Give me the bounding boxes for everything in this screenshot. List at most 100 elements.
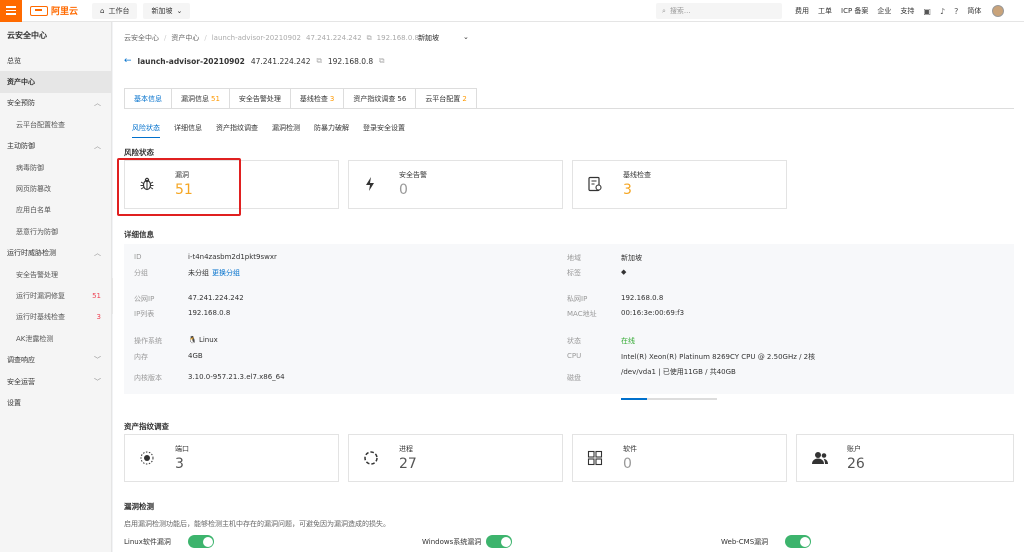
- copy-icon[interactable]: ⧉: [379, 56, 384, 66]
- anchor-risk[interactable]: 风险状态: [132, 123, 160, 138]
- workbench-label: 工作台: [108, 6, 130, 15]
- bell-icon[interactable]: ♪: [940, 7, 945, 16]
- back-arrow-icon[interactable]: ←: [124, 56, 132, 66]
- highlight-box: [117, 158, 241, 216]
- image-icon[interactable]: ▣: [923, 7, 931, 16]
- tab-basic-info[interactable]: 基本信息: [124, 88, 172, 109]
- sidebar-item-cloud-config[interactable]: 云平台配置检查: [0, 114, 111, 135]
- sidebar-item-label: 病毒防御: [16, 163, 44, 172]
- sidebar-item-label: 运行时威胁检测: [7, 249, 56, 258]
- detail-row-memory: 内存 4GB: [134, 352, 203, 362]
- detail-row-os: 操作系统 🐧 Linux: [134, 336, 218, 346]
- detail-row-disk: 磁盘/dev/vda1 | 已使用11GB / 共40GB: [567, 368, 736, 383]
- link-billing[interactable]: 费用: [795, 6, 809, 16]
- tab-baseline[interactable]: 基线检查 3: [289, 88, 345, 109]
- detail-value: 192.168.0.8: [188, 309, 231, 317]
- public-ip: 47.241.224.242: [250, 56, 311, 66]
- breadcrumb-item: 192.168.0.8: [376, 34, 419, 42]
- region-selector[interactable]: 新加坡 ⌄: [143, 2, 191, 19]
- sidebar-item-label: 安全运营: [7, 377, 35, 386]
- anchor-vuln[interactable]: 漏洞检测: [272, 123, 300, 138]
- sidebar-item-baseline[interactable]: 运行时基线检查 3: [0, 307, 111, 328]
- anchor-details[interactable]: 详细信息: [174, 123, 202, 138]
- sidebar-item-virus[interactable]: 病毒防御: [0, 157, 111, 178]
- fp-card-software[interactable]: 软件 0: [572, 434, 787, 482]
- tab-cloud-config[interactable]: 云平台配置 2: [415, 88, 477, 109]
- cms-vuln-toggle[interactable]: [785, 535, 811, 548]
- sidebar-group-prevention[interactable]: 安全预防 ︿: [0, 93, 111, 114]
- region-dropdown[interactable]: 新加坡 ⌄: [418, 33, 469, 43]
- sidebar-item-overview[interactable]: 总览: [0, 50, 111, 71]
- detail-key: 私网IP: [567, 295, 588, 303]
- risk-card-alert[interactable]: 安全告警 0: [348, 160, 563, 209]
- linux-vuln-toggle[interactable]: [188, 535, 214, 548]
- detail-value: 4GB: [188, 352, 203, 360]
- status-value: 在线: [621, 337, 635, 345]
- fp-card-process[interactable]: 进程 27: [348, 434, 563, 482]
- risk-card-baseline[interactable]: 基线检查 3: [572, 160, 787, 209]
- fp-card-port[interactable]: 端口 3: [124, 434, 339, 482]
- copy-icon[interactable]: ⧉: [316, 56, 321, 66]
- menu-icon[interactable]: [0, 0, 22, 22]
- detail-key: 分组: [134, 269, 148, 277]
- detail-row-region: 地域 新加坡: [567, 253, 642, 263]
- section-title-vuln: 漏洞检测: [124, 502, 154, 511]
- sidebar-item-label: 设置: [7, 398, 21, 407]
- copy-icon[interactable]: ⧉: [367, 34, 372, 43]
- anchor-fingerprint[interactable]: 资产指纹调查: [216, 123, 258, 138]
- tag-icon[interactable]: ◆: [621, 268, 626, 278]
- detail-key: MAC地址: [567, 310, 597, 318]
- sidebar-group-runtime[interactable]: 运行时威胁检测 ︿: [0, 243, 111, 264]
- detail-value: 47.241.224.242: [188, 294, 244, 302]
- sidebar-item-alerts[interactable]: 安全告警处理: [0, 264, 111, 285]
- chevron-up-icon: ︿: [94, 249, 101, 258]
- link-icp[interactable]: ICP 备案: [841, 6, 868, 16]
- link-ticket[interactable]: 工单: [818, 6, 832, 16]
- windows-vuln-toggle[interactable]: [486, 535, 512, 548]
- link-enterprise[interactable]: 企业: [877, 6, 891, 16]
- tab-label: 云平台配置: [425, 94, 461, 103]
- anchor-login[interactable]: 登录安全设置: [363, 123, 405, 138]
- sidebar-item-ak-leak[interactable]: AK泄露检测: [0, 328, 111, 349]
- avatar[interactable]: [992, 5, 1005, 17]
- detail-row-ip-list: IP列表 192.168.0.8: [134, 309, 230, 319]
- chevron-down-icon: ⌄: [176, 6, 183, 15]
- software-icon: [587, 450, 603, 470]
- sidebar-item-settings[interactable]: 设置: [0, 392, 111, 413]
- language-switch[interactable]: 简体: [967, 6, 981, 16]
- detail-row-cpu: CPU Intel(R) Xeon(R) Platinum 8269CY CPU …: [567, 352, 815, 362]
- breadcrumb-item[interactable]: 资产中心: [171, 33, 199, 43]
- breadcrumb-item[interactable]: 云安全中心: [124, 33, 159, 43]
- tab-divider: [124, 108, 1014, 109]
- chevron-up-icon: ︿: [94, 99, 101, 108]
- detail-value: Linux: [198, 336, 218, 344]
- change-group-link[interactable]: 更换分组: [212, 269, 240, 277]
- sidebar-group-active-defense[interactable]: 主动防御 ︿: [0, 136, 111, 157]
- tab-fingerprint[interactable]: 资产指纹调查 56: [343, 88, 417, 109]
- count-badge: 3: [96, 313, 101, 322]
- sidebar-group-operations[interactable]: 安全运营 ﹀: [0, 371, 111, 392]
- port-icon: [139, 450, 155, 470]
- workbench-button[interactable]: ⌂ 工作台: [92, 2, 138, 19]
- detail-key: 操作系统: [134, 337, 162, 345]
- sidebar-item-tamper[interactable]: 网页防篡改: [0, 178, 111, 199]
- fp-card-account[interactable]: 账户 26: [796, 434, 1014, 482]
- tab-alerts[interactable]: 安全告警处理: [228, 88, 291, 109]
- anchor-nav: 风险状态 详细信息 资产指纹调查 漏洞检测 防暴力破解 登录安全设置: [132, 123, 405, 138]
- tab-count: 3: [329, 94, 335, 103]
- tab-vuln-info[interactable]: 漏洞信息 51: [171, 88, 230, 109]
- anchor-bruteforce[interactable]: 防暴力破解: [314, 123, 349, 138]
- sidebar-item-whitelist[interactable]: 应用白名单: [0, 200, 111, 221]
- detail-key: 公网IP: [134, 295, 155, 303]
- card-label: 软件: [623, 445, 637, 453]
- aliyun-logo[interactable]: 阿里云: [30, 4, 78, 17]
- sidebar-item-vuln-fix[interactable]: 运行时漏洞修复 51: [0, 285, 111, 306]
- search-input[interactable]: ⌕ 搜索...: [656, 3, 782, 19]
- vuln-description: 启用漏洞检测功能后，能够检测主机中存在的漏洞问题，可避免因为漏洞造成的损失。: [124, 520, 390, 528]
- sidebar-item-asset-center[interactable]: 资产中心: [0, 71, 111, 93]
- sidebar-item-malicious[interactable]: 恶意行为防御: [0, 221, 111, 242]
- help-icon[interactable]: ?: [954, 7, 958, 16]
- sidebar-group-investigate[interactable]: 调查响应 ﹀: [0, 349, 111, 370]
- link-support[interactable]: 支持: [900, 6, 914, 16]
- detail-row-id: ID i-t4n4zasbm2d1pkt9swxr: [134, 253, 277, 261]
